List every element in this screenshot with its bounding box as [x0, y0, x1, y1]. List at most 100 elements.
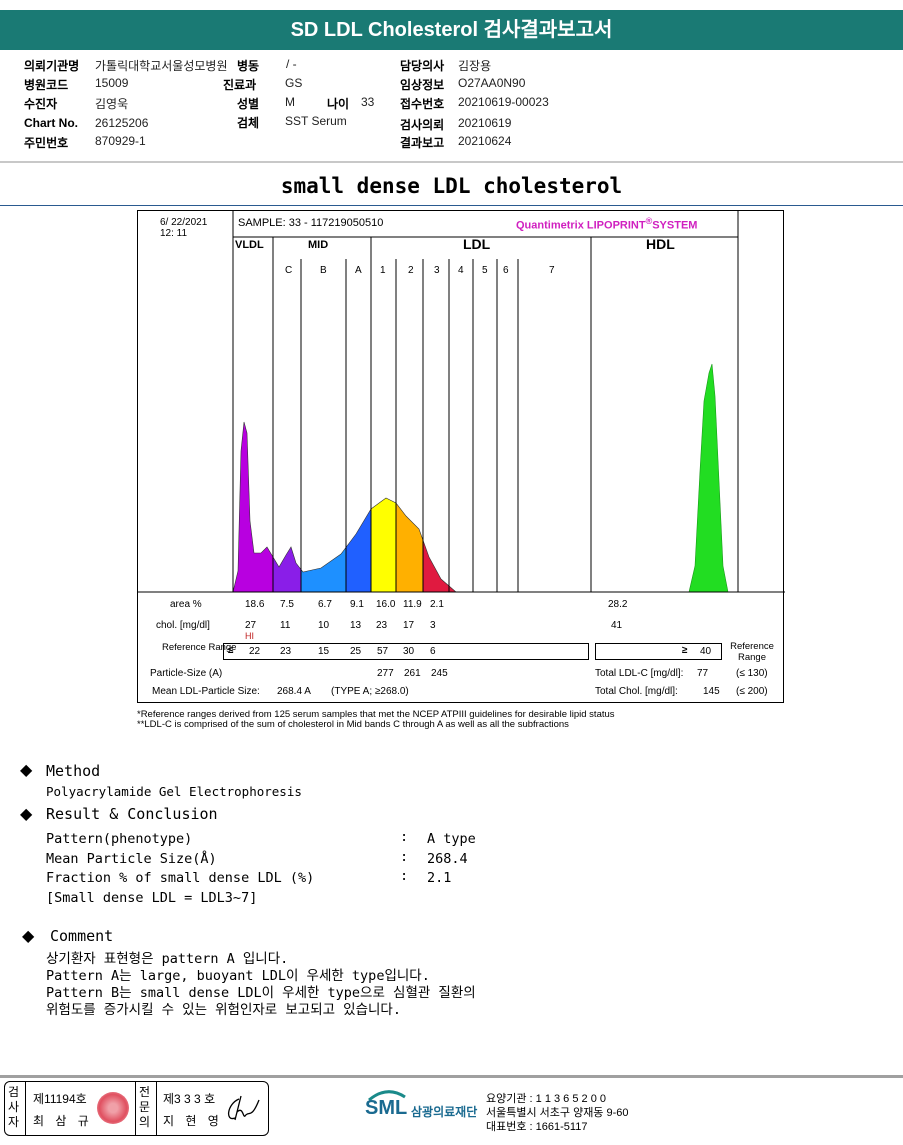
org-name: 삼광의료재단	[411, 1105, 478, 1119]
sex-label: 성별	[237, 97, 260, 111]
age-label: 나이	[327, 97, 350, 111]
divider	[0, 205, 903, 206]
report-title: SD LDL Cholesterol 검사결과보고서	[0, 10, 903, 50]
hospital-code: 15009	[95, 76, 129, 90]
chol-value: 13	[350, 620, 362, 631]
examiner-label: 검사자	[8, 1085, 20, 1129]
chol-value: 3	[430, 620, 436, 631]
band-label: 4	[458, 265, 464, 276]
phone: 대표번호 : 1661-5117	[486, 1121, 588, 1133]
patient-label: 수진자	[24, 97, 58, 111]
band-label: 3	[434, 265, 440, 276]
seal-stamp	[97, 1092, 129, 1124]
id-number: 870929-1	[95, 134, 146, 148]
ward-label: 병동	[237, 59, 260, 73]
mean-value: 268.4 A	[277, 686, 311, 697]
chol-value: 27	[245, 620, 257, 631]
band-label: C	[285, 265, 293, 276]
result-key: Mean Particle Size(Å)	[46, 851, 217, 867]
hdl-ref-ge: ≥	[682, 645, 688, 656]
band-fill-hdl	[688, 363, 729, 593]
total-chol-label: Total Chol. [mg/dl]:	[595, 686, 678, 697]
hdl-chol: 41	[611, 620, 623, 631]
particle-label: Particle-Size (A)	[150, 668, 223, 679]
area-value: 9.1	[350, 599, 364, 610]
doctor-label: 담당의사	[400, 59, 445, 73]
specimen: SST Serum	[285, 114, 347, 128]
sex: M	[285, 95, 295, 109]
band-label: 5	[482, 265, 488, 276]
signature	[228, 1095, 260, 1121]
ward: / -	[286, 57, 297, 71]
chart-no-label: Chart No.	[24, 116, 78, 130]
result-sep: :	[400, 829, 409, 845]
band-label: 7	[549, 265, 555, 276]
lipoprint-panel: 6/ 22/2021 12: 11 SAMPLE: 33 - 117219050…	[137, 210, 785, 703]
method-heading: Method	[46, 762, 101, 780]
chol-value: 17	[403, 620, 415, 631]
band-label: B	[320, 265, 327, 276]
result-value: 2.1	[427, 870, 452, 886]
chart-no: 26125206	[95, 116, 149, 130]
clinical-label: 임상정보	[400, 78, 445, 92]
subtitle: small dense LDL cholesterol	[280, 174, 623, 198]
diamond-bullet-icon: ◆	[20, 806, 33, 823]
ref-value: 22	[249, 646, 261, 657]
divider	[0, 161, 903, 163]
particle-value: 277	[377, 668, 394, 679]
institution: 가톨릭대학교서울성모병원	[95, 59, 228, 73]
chol-label: chol. [mg/dl]	[156, 620, 210, 631]
comment-heading: Comment	[50, 927, 114, 945]
chol-value: 10	[318, 620, 330, 631]
request-date: 20210619	[458, 116, 512, 130]
mean-label: Mean LDL-Particle Size:	[152, 686, 260, 697]
particle-value: 261	[404, 668, 421, 679]
ref-le: ≤	[228, 645, 234, 656]
chol-value: 23	[376, 620, 388, 631]
band-label: 6	[503, 265, 509, 276]
area-value: 7.5	[280, 599, 294, 610]
hi-flag: HI	[245, 631, 254, 641]
total-ldl-ref: (≤ 130)	[736, 668, 768, 679]
group-ldl: LDL	[463, 236, 491, 252]
divider	[156, 1082, 157, 1135]
divider	[135, 1082, 136, 1135]
report-label: 결과보고	[400, 136, 445, 150]
result-key: Fraction % of small dense LDL (%)	[46, 870, 315, 886]
ref-value: 15	[318, 646, 330, 657]
band-label: 1	[380, 265, 386, 276]
diamond-bullet-icon: ◆	[20, 762, 33, 779]
specimen-label: 검체	[237, 116, 260, 130]
total-chol: 145	[703, 686, 720, 697]
hdl-ref: 40	[700, 646, 712, 657]
group-mid: MID	[308, 239, 329, 251]
area-value: 16.0	[376, 599, 396, 610]
total-ldl: 77	[697, 668, 709, 679]
signature-box: 검사자 제11194호 최 삼 규 전문의 제3 3 3 호 지 현 영	[4, 1081, 269, 1136]
footnote-2: **LDL-C is comprised of the sum of chole…	[137, 719, 569, 730]
chol-value: 11	[280, 620, 291, 631]
particle-value: 245	[431, 668, 448, 679]
ref-value: 30	[403, 646, 415, 657]
total-chol-ref: (≤ 200)	[736, 686, 768, 697]
specialist-no: 제3 3 3 호	[163, 1092, 216, 1106]
hospital-code-label: 병원코드	[24, 78, 69, 92]
report-date: 20210624	[458, 134, 512, 148]
result-note: [Small dense LDL = LDL3~7]	[46, 890, 258, 906]
ref-value: 6	[430, 646, 436, 657]
hdl-area: 28.2	[608, 599, 628, 610]
receipt-label: 접수번호	[400, 97, 445, 111]
area-value: 11.9	[403, 599, 422, 610]
ref-value: 57	[377, 646, 389, 657]
institution-label: 의뢰기관명	[24, 59, 80, 73]
divider	[0, 1075, 903, 1078]
doctor: 김장용	[458, 59, 492, 73]
logo-text: SML	[365, 1097, 408, 1119]
electropherogram	[138, 211, 785, 593]
diamond-bullet-icon: ◆	[22, 928, 35, 945]
result-value: A type	[427, 831, 476, 847]
ref-value: 25	[350, 646, 362, 657]
comment-line: 위험도를 증가시킬 수 있는 위험인자로 보고되고 있습니다.	[46, 1002, 401, 1018]
receipt-no: 20210619-00023	[458, 95, 549, 109]
mean-type: (TYPE A; ≥268.0)	[331, 686, 409, 697]
